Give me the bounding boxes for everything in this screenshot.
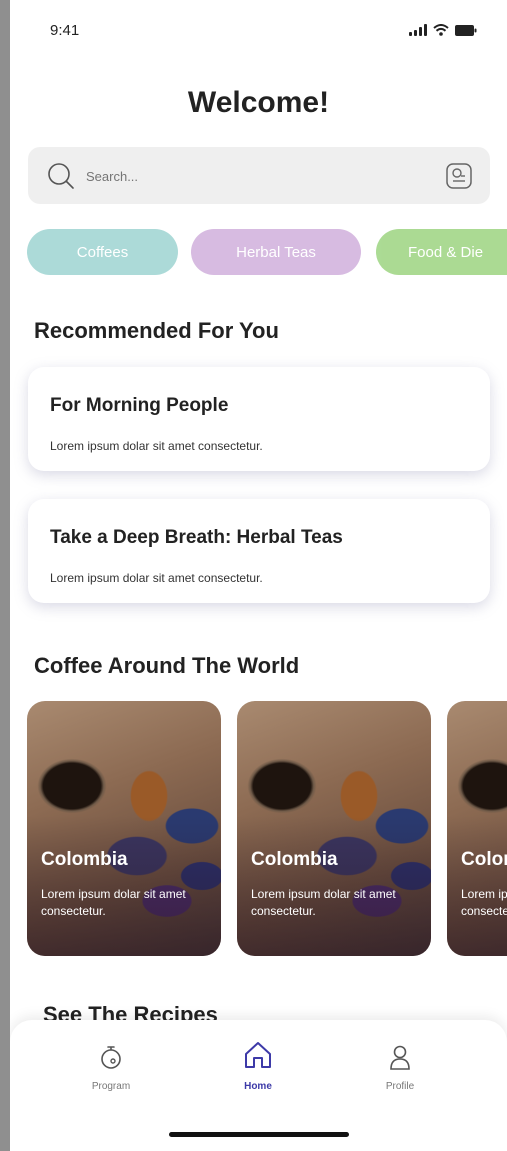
card-description: Lorem ipsum dolar sit amet consectetur. [50,439,263,453]
card-description: Lorem ipsum dolar sit amet consectetur. [50,571,263,585]
tile-description: Lorem ipsum dolar sit amet consectetur. [461,887,507,918]
cellular-signal-icon [409,24,427,36]
tile-description: Lorem ipsum dolar sit amet consectetur. [251,887,396,918]
tab-label: Profile [385,1081,415,1092]
search-icon [48,163,74,189]
card-title: Take a Deep Breath: Herbal Teas [50,527,343,548]
chip-food-diet[interactable]: Food & Die [376,229,507,275]
coffee-tile[interactable]: Colombia Lorem ipsum dolar sit amet cons… [27,701,221,956]
tile-title: Colombia [461,849,507,870]
recommendation-card[interactable]: For Morning People Lorem ipsum dolar sit… [28,367,490,471]
recommendation-card[interactable]: Take a Deep Breath: Herbal Teas Lorem ip… [28,499,490,603]
chip-coffees[interactable]: Coffees [27,229,178,275]
wifi-icon [433,24,449,36]
chip-label: Food & Die [408,243,484,261]
chip-label: Coffees [76,243,129,261]
section-title-recommended: Recommended For You [34,318,279,343]
battery-icon [455,25,477,36]
phone-screen: 9:41 Welcome! Search... Coffees Herbal T… [10,0,507,1151]
coffee-tile[interactable]: Colombia Lorem ipsum dolar sit amet cons… [237,701,431,956]
status-icons [409,24,477,36]
status-bar: 9:41 [50,22,477,42]
timer-icon [101,1046,121,1069]
filter-icon[interactable] [444,161,474,191]
coffee-carousel[interactable]: Colombia Lorem ipsum dolar sit amet cons… [27,701,507,957]
status-time: 9:41 [50,22,80,39]
tab-label: Program [91,1081,131,1092]
tab-home[interactable]: Home [213,1040,303,1092]
section-title-coffee-world: Coffee Around The World [34,653,300,678]
chip-herbal-teas[interactable]: Herbal Teas [191,229,361,275]
search-bar[interactable] [28,147,490,204]
tab-profile[interactable]: Profile [355,1044,445,1092]
coffee-tile[interactable]: Colombia Lorem ipsum dolar sit amet cons… [447,701,507,956]
home-indicator [169,1132,349,1137]
chip-label: Herbal Teas [236,243,316,261]
user-icon [390,1045,410,1070]
home-icon [245,1042,271,1068]
tile-title: Colombia [251,849,338,870]
card-title: For Morning People [50,395,229,416]
tab-program[interactable]: Program [66,1044,156,1092]
tile-description: Lorem ipsum dolar sit amet consectetur. [41,887,186,918]
page-title: Welcome! [187,86,330,119]
tab-label: Home [244,1081,272,1092]
bottom-tab-bar: Program Home Profile [10,1020,507,1151]
tile-title: Colombia [41,849,128,870]
search-input[interactable] [84,163,418,189]
category-chips: Coffees Herbal Teas Food & Die [27,229,507,276]
